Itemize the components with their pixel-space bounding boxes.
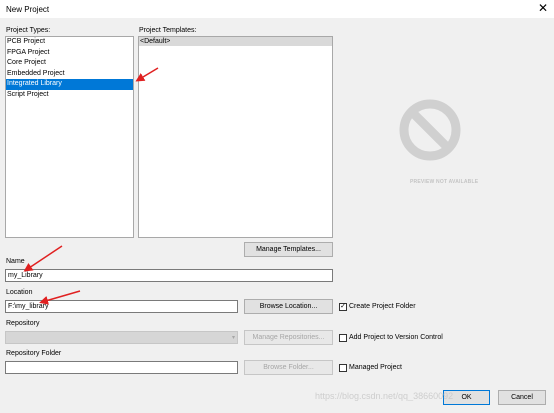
add-to-version-control-label: Add Project to Version Control	[349, 334, 443, 341]
project-types-label: Project Types:	[6, 27, 51, 34]
manage-templates-button[interactable]: Manage Templates...	[244, 242, 333, 257]
managed-project-checkbox[interactable]	[339, 364, 347, 372]
managed-project-label: Managed Project	[349, 364, 402, 371]
project-templates-label: Project Templates:	[139, 27, 197, 34]
project-type-core[interactable]: Core Project	[6, 58, 133, 69]
watermark-text: https://blog.csdn.net/qq_38660092	[315, 391, 454, 401]
no-symbol-icon	[399, 99, 461, 161]
project-types-list[interactable]: PCB Project FPGA Project Core Project Em…	[5, 36, 134, 238]
repository-combo: ▾	[5, 331, 238, 344]
browse-location-button[interactable]: Browse Location...	[244, 299, 333, 314]
add-to-version-control-checkbox[interactable]	[339, 334, 347, 342]
browse-folder-button: Browse Folder...	[244, 360, 333, 375]
location-field[interactable]: F:\my_library	[5, 300, 238, 313]
project-type-pcb[interactable]: PCB Project	[6, 37, 133, 48]
location-label: Location	[6, 289, 33, 296]
name-field[interactable]: my_Library	[5, 269, 333, 282]
project-templates-list[interactable]: <Default>	[138, 36, 333, 238]
close-icon[interactable]: ✕	[538, 2, 548, 14]
repository-label: Repository	[6, 320, 40, 327]
project-type-script[interactable]: Script Project	[6, 90, 133, 101]
title-bar: New Project ✕	[0, 0, 554, 18]
project-type-fpga[interactable]: FPGA Project	[6, 48, 133, 59]
cancel-button[interactable]: Cancel	[498, 390, 546, 405]
chevron-down-icon: ▾	[231, 335, 235, 341]
project-type-integrated-library[interactable]: Integrated Library	[6, 79, 133, 90]
window-title: New Project	[6, 5, 50, 14]
name-label: Name	[6, 258, 25, 265]
repository-folder-field[interactable]	[5, 361, 238, 374]
manage-repositories-button: Manage Repositories...	[244, 330, 333, 345]
preview-caption: PREVIEW NOT AVAILABLE	[410, 179, 479, 185]
template-default[interactable]: <Default>	[139, 37, 332, 46]
repository-folder-label: Repository Folder	[6, 350, 62, 357]
create-project-folder-label: Create Project Folder	[349, 303, 416, 310]
create-project-folder-checkbox[interactable]: ✓	[339, 303, 347, 311]
project-type-embedded[interactable]: Embedded Project	[6, 69, 133, 80]
